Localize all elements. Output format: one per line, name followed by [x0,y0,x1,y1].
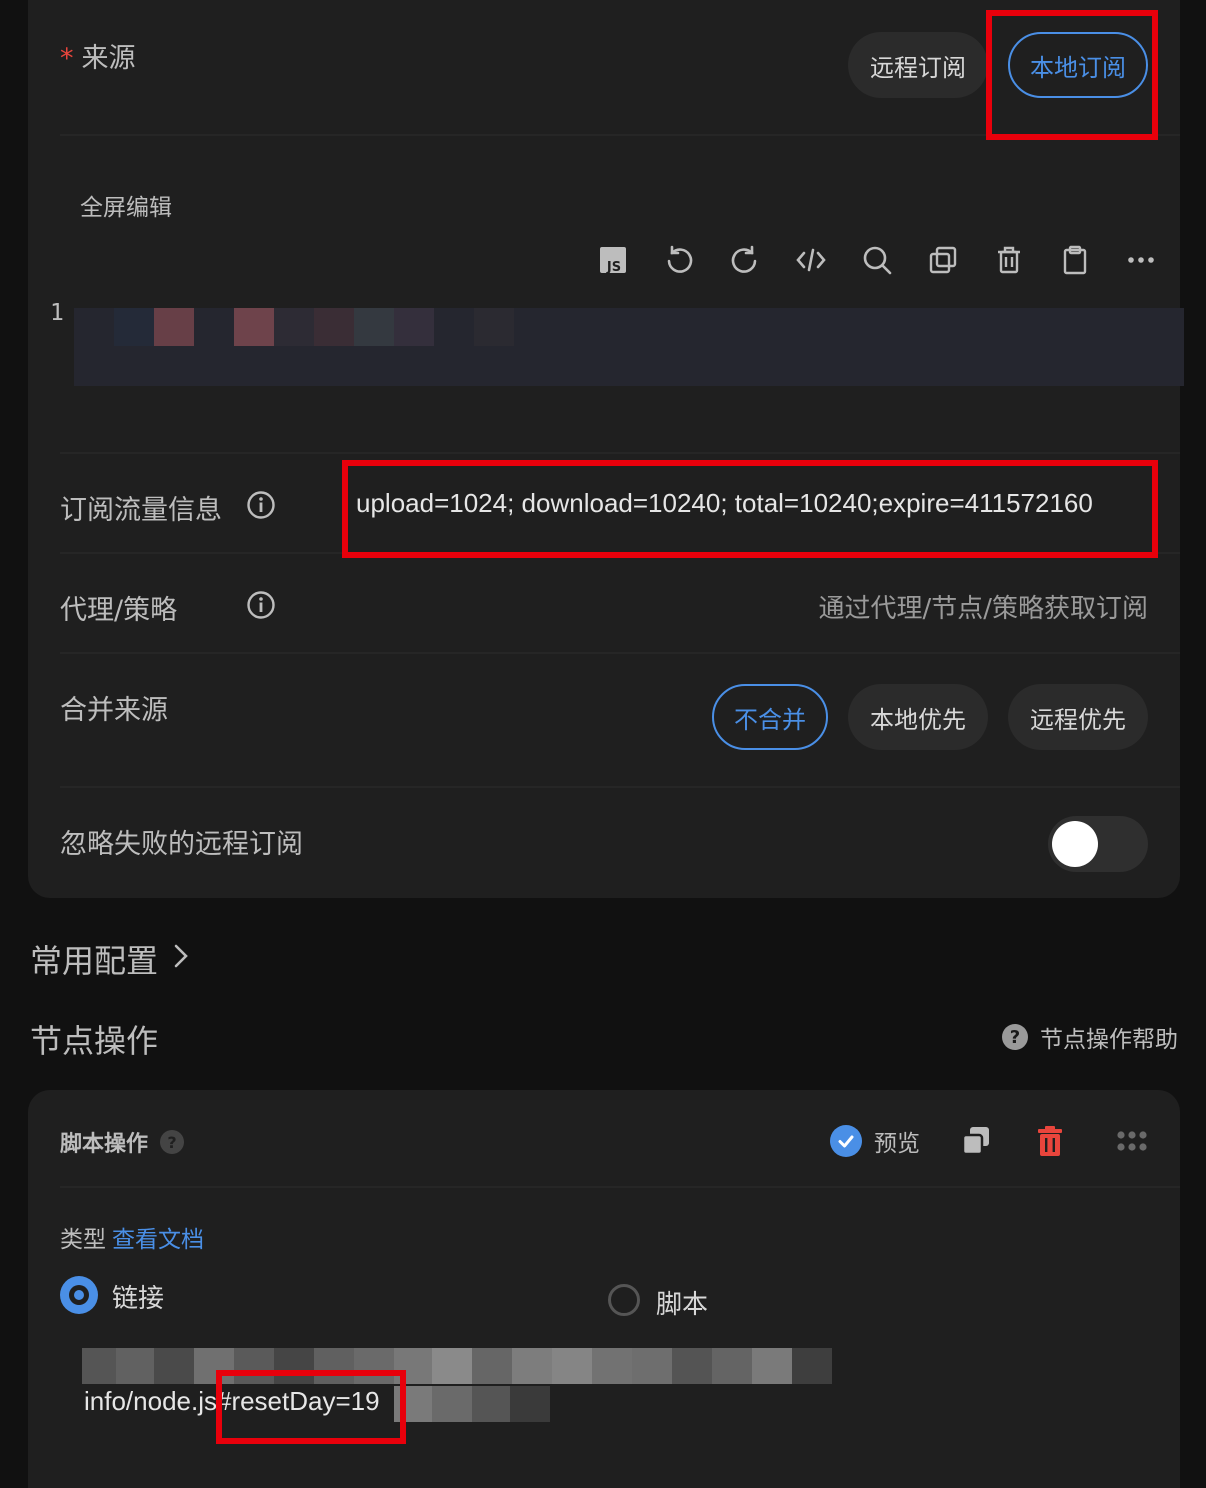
copy-icon[interactable] [910,238,976,282]
redacted-block [510,1386,550,1422]
redacted-block [672,1348,712,1384]
source-label-text: 来源 [81,43,136,74]
highlight-box-traffic-info [342,460,1158,558]
redacted-block [394,308,434,346]
source-remote-button[interactable]: 远程订阅 [848,32,988,98]
toggle-knob [1052,821,1098,867]
redacted-block [116,1348,156,1384]
divider [60,452,1180,454]
node-ops-title: 节点操作 [30,1022,159,1060]
help-icon: ? [1002,1024,1028,1050]
redacted-block [474,308,514,346]
redacted-block [512,1348,552,1384]
script-operation-card [28,1090,1180,1488]
fullscreen-edit-button[interactable]: 全屏编辑 [80,188,172,222]
node-ops-help-link[interactable]: ? 节点操作帮助 [1002,1020,1178,1054]
search-icon[interactable] [844,238,910,282]
redacted-block [154,308,194,346]
divider [60,786,1180,788]
ignore-failed-toggle[interactable] [1048,816,1148,872]
redacted-block [432,1348,472,1384]
js-icon[interactable]: JS [580,238,646,282]
redacted-block [592,1348,632,1384]
view-docs-link[interactable]: 查看文档 [112,1227,204,1253]
redacted-block [154,1348,194,1384]
traffic-label: 订阅流量信息 [60,495,222,526]
delete-icon[interactable] [1034,1124,1066,1158]
question-icon[interactable]: ? [160,1130,185,1154]
node-ops-help-text: 节点操作帮助 [1040,1027,1178,1053]
redo-icon[interactable] [712,238,778,282]
duplicate-icon[interactable] [960,1124,992,1158]
radio-script[interactable] [608,1284,640,1316]
merge-none-button[interactable]: 不合并 [712,684,828,750]
redacted-block [274,308,314,346]
svg-text:JS: JS [606,260,621,275]
redacted-block [354,308,394,346]
redacted-block [752,1348,792,1384]
redacted-block [472,1386,512,1422]
info-icon[interactable] [246,590,276,620]
proxy-label: 代理/策略 [60,595,178,626]
proxy-input[interactable]: 通过代理/节点/策略获取订阅 [818,588,1148,625]
highlight-box-local-subscription [986,10,1158,140]
code-icon[interactable] [778,238,844,282]
preview-label: 预览 [874,1131,920,1157]
redacted-block [712,1348,752,1384]
script-op-header: 脚本操作 ? [60,1126,185,1158]
line-number: 1 [50,300,64,326]
divider [60,652,1180,654]
divider [60,1186,1180,1188]
merge-label: 合并来源 [60,695,168,726]
clipboard-icon[interactable] [1042,238,1108,282]
redacted-block [314,308,354,346]
preview-toggle[interactable]: 预览 [830,1124,920,1158]
drag-handle-icon[interactable] [1116,1124,1148,1158]
redacted-block [632,1348,672,1384]
common-config-title[interactable]: 常用配置 [30,936,158,982]
page: * 来源 远程订阅 本地订阅 全屏编辑 JS 1 订阅流量信息 upload=1… [0,0,1206,1488]
merge-remote-first-button[interactable]: 远程优先 [1008,684,1148,750]
more-icon[interactable] [1108,238,1174,282]
redacted-block [552,1348,592,1384]
redacted-block [234,308,274,346]
radio-link-label[interactable]: 链接 [112,1278,164,1315]
editor-content-area[interactable] [74,308,1184,386]
undo-icon[interactable] [646,238,712,282]
check-icon [830,1125,862,1157]
required-mark: * [60,43,74,74]
radio-script-label[interactable]: 脚本 [656,1284,708,1321]
trash-icon[interactable] [976,238,1042,282]
redacted-block [114,308,154,346]
redacted-block [792,1348,832,1384]
type-row: 类型 查看文档 [60,1220,204,1254]
highlight-box-reset-day [216,1370,406,1444]
source-label: * 来源 [60,36,136,75]
script-op-title: 脚本操作 [60,1132,149,1157]
info-icon[interactable] [246,490,276,520]
type-label: 类型 [60,1227,106,1253]
chevron-right-icon[interactable] [170,940,192,972]
radio-link[interactable] [60,1276,98,1314]
editor-toolbar: JS [580,238,1174,282]
ignore-failed-label: 忽略失败的远程订阅 [60,829,303,860]
redacted-block [432,1386,472,1422]
redacted-block [472,1348,512,1384]
merge-local-first-button[interactable]: 本地优先 [848,684,988,750]
